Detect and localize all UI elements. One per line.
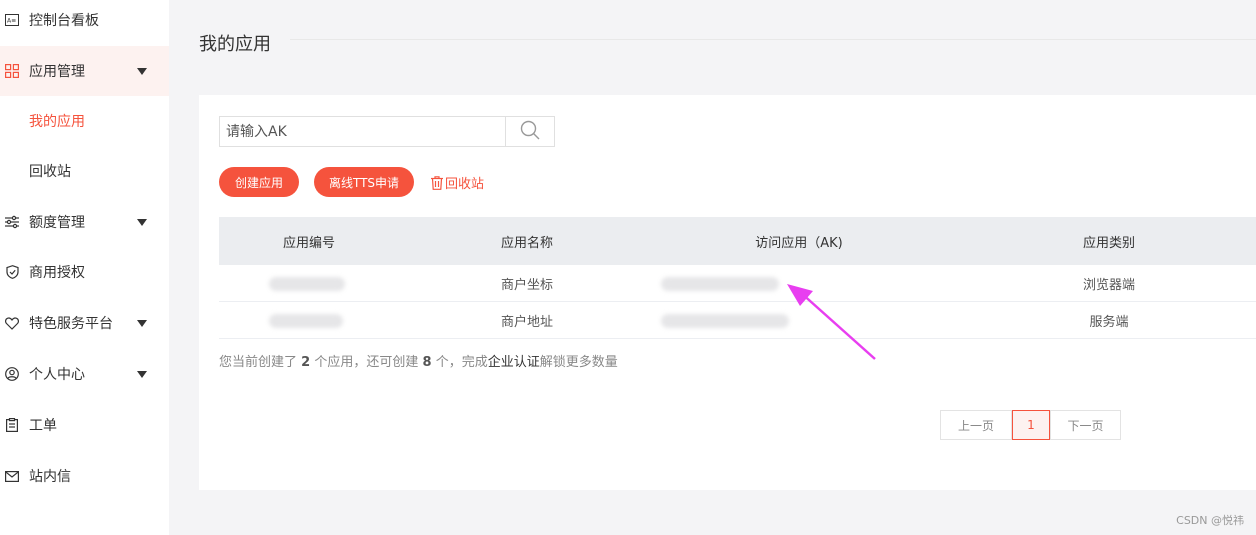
- recycle-bin-link[interactable]: 回收站: [431, 173, 484, 192]
- sidebar-item-app-management[interactable]: 应用管理: [0, 46, 169, 96]
- chevron-down-icon: [137, 319, 147, 327]
- search-button[interactable]: [505, 117, 554, 146]
- sliders-icon: [5, 215, 19, 229]
- sidebar-item-label: 我的应用: [29, 114, 85, 130]
- app-quota-summary: 您当前创建了 2 个应用，还可创建 8 个，完成企业认证解锁更多数量: [219, 351, 618, 370]
- col-header-app-id: 应用编号: [282, 235, 335, 251]
- col-header-ak: 访问应用（AK): [755, 235, 843, 251]
- enterprise-verification-link[interactable]: 企业认证: [488, 355, 540, 370]
- redacted-app-id: [269, 277, 345, 291]
- app-category-cell: 浏览器端: [1082, 278, 1135, 293]
- sidebar-item-featured-services[interactable]: 特色服务平台: [0, 298, 169, 348]
- col-header-app-name: 应用名称: [500, 235, 553, 251]
- mail-icon: [5, 469, 19, 483]
- chevron-down-icon: [137, 218, 147, 226]
- page-title: 我的应用: [199, 34, 271, 55]
- sidebar-item-dashboard[interactable]: A≡ 控制台看板: [0, 0, 169, 45]
- sidebar-item-label: 特色服务平台: [29, 316, 113, 332]
- user-icon: [5, 367, 19, 381]
- chevron-down-icon: [137, 67, 147, 75]
- trash-icon: [431, 175, 443, 190]
- sidebar-item-label: 站内信: [29, 469, 71, 485]
- svg-text:A≡: A≡: [7, 18, 16, 25]
- app-name-cell: 商户坐标: [500, 278, 553, 293]
- ak-search-input[interactable]: [220, 117, 506, 146]
- watermark: CSDN @悦祎: [1176, 514, 1244, 527]
- app-category-cell: 服务端: [1089, 315, 1129, 330]
- created-count: 2: [301, 355, 311, 370]
- sidebar: A≡ 控制台看板 应用管理 我的应用 回收站 额度管理 商用授权 特色服务平台: [0, 0, 169, 535]
- sidebar-item-label: 应用管理: [29, 64, 85, 80]
- offline-tts-apply-button[interactable]: 离线TTS申请: [314, 167, 414, 197]
- redacted-app-id: [269, 314, 343, 328]
- apps-grid-icon: [5, 64, 19, 78]
- sidebar-item-inbox[interactable]: 站内信: [0, 451, 169, 501]
- title-divider: [290, 39, 1256, 40]
- create-app-button[interactable]: 创建应用: [219, 167, 299, 197]
- chevron-down-icon: [137, 370, 147, 378]
- dashboard-icon: A≡: [5, 13, 19, 27]
- recycle-bin-label: 回收站: [445, 177, 485, 192]
- ak-search-box: [219, 116, 555, 147]
- sidebar-item-label: 商用授权: [29, 265, 85, 281]
- sidebar-item-label: 个人中心: [29, 367, 85, 383]
- sidebar-item-commercial-license[interactable]: 商用授权: [0, 247, 169, 297]
- table-row: 商户地址 服务端: [219, 302, 1256, 339]
- col-header-category: 应用类别: [1082, 235, 1135, 251]
- sidebar-item-personal-center[interactable]: 个人中心: [0, 349, 169, 399]
- table-row: 商户坐标 浏览器端: [219, 265, 1256, 302]
- sidebar-item-my-apps[interactable]: 我的应用: [0, 96, 169, 146]
- remaining-count: 8: [422, 355, 432, 370]
- redacted-ak: [661, 277, 779, 291]
- summary-text: 您当前创建了: [219, 355, 298, 370]
- search-icon: [520, 120, 540, 144]
- heart-icon: [5, 316, 19, 330]
- sidebar-item-label: 工单: [29, 418, 57, 434]
- sidebar-item-label: 回收站: [29, 164, 71, 180]
- sidebar-item-quota-management[interactable]: 额度管理: [0, 197, 169, 247]
- summary-text: 个应用，还可创建: [314, 355, 419, 370]
- shield-check-icon: [5, 265, 19, 279]
- sidebar-item-recycle-bin[interactable]: 回收站: [0, 146, 169, 196]
- sidebar-item-tickets[interactable]: 工单: [0, 400, 169, 450]
- clipboard-icon: [5, 418, 19, 432]
- table-header: 应用编号 应用名称 访问应用（AK) 应用类别: [219, 217, 1256, 265]
- app-list-card: 创建应用 离线TTS申请 回收站 应用编号 应用名称 访问应用（AK) 应用类别…: [199, 95, 1256, 490]
- summary-text: 解锁更多数量: [539, 355, 618, 370]
- sidebar-item-label: 控制台看板: [29, 13, 99, 29]
- page-1-button[interactable]: 1: [1012, 410, 1050, 440]
- next-page-button[interactable]: 下一页: [1050, 410, 1121, 440]
- app-name-cell: 商户地址: [500, 315, 553, 330]
- summary-text: 个，完成: [435, 355, 488, 370]
- redacted-ak: [661, 314, 789, 328]
- prev-page-button[interactable]: 上一页: [940, 410, 1012, 440]
- sidebar-item-label: 额度管理: [29, 215, 85, 231]
